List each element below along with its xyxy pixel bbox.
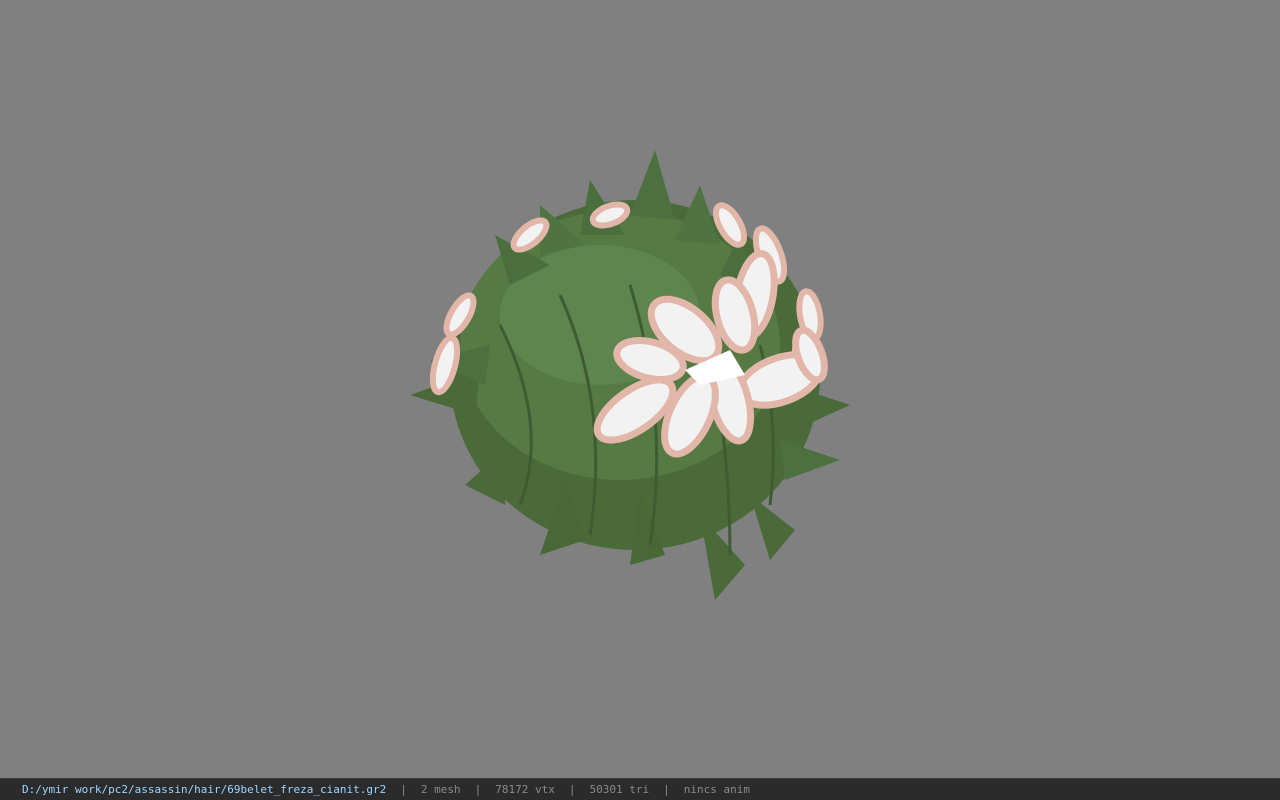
3d-viewport[interactable]	[0, 0, 1280, 778]
mesh-count: 2 mesh	[420, 783, 461, 796]
separator: |	[568, 783, 576, 796]
status-bar: D:/ymir work/pc2/assassin/hair/69belet_f…	[0, 778, 1280, 800]
animation-status: nincs anim	[683, 783, 750, 796]
separator: |	[663, 783, 670, 796]
hair-model-render[interactable]	[400, 145, 870, 615]
triangle-count: 50301 tri	[589, 783, 650, 796]
file-path: D:/ymir work/pc2/assassin/hair/69belet_f…	[22, 783, 387, 796]
vertex-count: 78172 vtx	[495, 783, 555, 796]
separator: |	[474, 783, 482, 796]
separator: |	[400, 783, 407, 796]
